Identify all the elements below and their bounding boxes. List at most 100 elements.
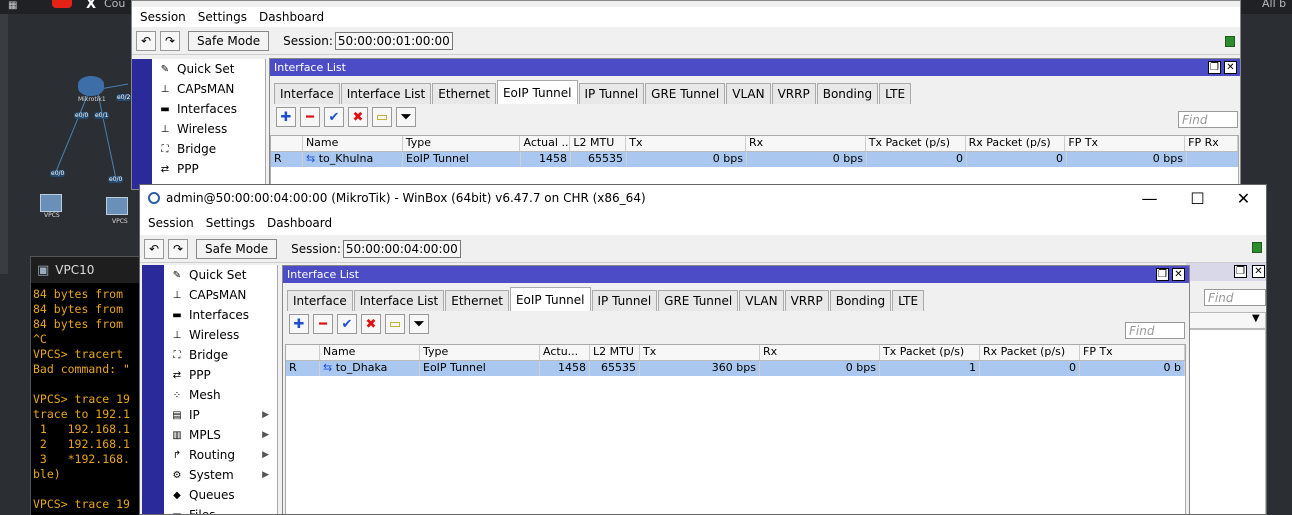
table-row[interactable]: R ⇆ to_Dhaka EoIP Tunnel 1458 65535 360 bps 0 …: [286, 361, 1185, 376]
column-header[interactable]: Tx: [626, 136, 747, 151]
grid-icon[interactable]: ▦: [8, 0, 17, 11]
tab-bonding[interactable]: Bonding: [829, 290, 892, 311]
column-header[interactable]: Rx Packet (p/s): [980, 345, 1080, 360]
close-icon[interactable]: ✕: [1172, 268, 1185, 281]
tab-interface-list[interactable]: Interface List: [340, 83, 432, 104]
column-header[interactable]: FP Tx: [1080, 345, 1185, 360]
find-input[interactable]: Find: [1125, 322, 1185, 339]
column-header[interactable]: [286, 345, 320, 360]
tab-interface[interactable]: Interface: [274, 83, 340, 104]
restore-icon[interactable]: ❐: [1234, 265, 1247, 278]
column-header[interactable]: Rx: [760, 345, 880, 360]
router-icon[interactable]: [78, 76, 104, 96]
close-icon[interactable]: ✕: [1252, 265, 1265, 278]
back-interface-list-window[interactable]: Interface List ❐ ✕ Interface Interface Li…: [269, 58, 1240, 189]
column-header[interactable]: L2 MTU: [570, 136, 627, 151]
tab-vrrp[interactable]: VRRP: [784, 290, 829, 311]
sidebar-item-ip[interactable]: ▤ IP ▶: [164, 405, 277, 425]
sidebar-item-ppp[interactable]: ⇄ PPP: [152, 159, 265, 179]
pc-icon[interactable]: [106, 197, 128, 215]
safe-mode-button[interactable]: Safe Mode: [196, 238, 278, 259]
menu-session[interactable]: Session: [148, 216, 194, 230]
column-header[interactable]: Tx: [640, 345, 760, 360]
sidebar-item-capsman[interactable]: ⊥ CAPsMAN: [152, 79, 265, 99]
winbox-back-window[interactable]: Session Settings Dashboard ↶ ↷ Safe Mode…: [131, 0, 1241, 190]
disable-icon[interactable]: ✖: [348, 107, 368, 127]
menu-session[interactable]: Session: [140, 10, 186, 24]
pc-icon[interactable]: [40, 194, 62, 212]
comment-icon[interactable]: ▭: [385, 314, 405, 334]
filter-icon[interactable]: ⏷: [409, 314, 429, 334]
tab-bonding[interactable]: Bonding: [816, 83, 879, 104]
sidebar-item-interfaces[interactable]: ▬ Interfaces: [152, 99, 265, 119]
tab-eoip-tunnel[interactable]: EoIP Tunnel: [509, 287, 591, 311]
column-header[interactable]: Rx Packet (p/s): [966, 136, 1066, 151]
terminal-output[interactable]: 84 bytes from 84 bytes from 84 bytes from ^…: [31, 287, 141, 515]
table-row[interactable]: R ⇆ to_Khulna EoIP Tunnel 1458 65535 0 bps 0 b…: [271, 152, 1238, 167]
column-header[interactable]: Tx Packet (p/s): [866, 136, 966, 151]
find-input[interactable]: Find: [1178, 111, 1238, 128]
tab-vlan[interactable]: VLAN: [739, 290, 784, 311]
column-header[interactable]: Tx Packet (p/s): [880, 345, 980, 360]
redo-button[interactable]: ↷: [160, 30, 180, 51]
column-header[interactable]: FP Rx: [1185, 136, 1239, 151]
maximize-icon[interactable]: ☐: [1175, 185, 1220, 211]
menu-dashboard[interactable]: Dashboard: [267, 216, 332, 230]
tab-eoip-tunnel[interactable]: EoIP Tunnel: [496, 80, 578, 104]
menu-dashboard[interactable]: Dashboard: [259, 10, 324, 24]
taskbar-tab-label[interactable]: Cou: [104, 0, 125, 10]
vpc-titlebar[interactable]: ▣ VPC10: [31, 257, 141, 283]
tab-interface[interactable]: Interface: [287, 290, 353, 311]
close-icon[interactable]: ✕: [1224, 61, 1237, 74]
session-field[interactable]: 50:00:00:04:00:00: [342, 239, 461, 258]
x-icon[interactable]: X: [86, 0, 96, 12]
sidebar-item-system[interactable]: ⚙ System ▶: [164, 465, 277, 485]
sidebar-item-bridge[interactable]: ⛶ Bridge: [152, 139, 265, 159]
disable-icon[interactable]: ✖: [361, 314, 381, 334]
enable-icon[interactable]: ✔: [337, 314, 357, 334]
sidebar-item-wireless[interactable]: ⊥ Wireless: [152, 119, 265, 139]
sidebar-item-quick-set[interactable]: ✎ Quick Set: [152, 59, 265, 79]
undo-button[interactable]: ↶: [144, 238, 164, 259]
column-header[interactable]: Name: [320, 345, 420, 360]
session-field[interactable]: 50:00:00:01:00:00: [334, 31, 453, 50]
tab-ethernet[interactable]: Ethernet: [432, 83, 496, 104]
dropdown-arrow-icon[interactable]: ▼: [1252, 313, 1260, 324]
menu-settings[interactable]: Settings: [198, 10, 247, 24]
tab-lte[interactable]: LTE: [892, 290, 925, 311]
sidebar-item-files[interactable]: ▭ Files: [164, 505, 277, 514]
filter-icon[interactable]: ⏷: [396, 107, 416, 127]
tab-lte[interactable]: LTE: [879, 83, 912, 104]
column-header[interactable]: [271, 136, 303, 151]
front-interface-list-window[interactable]: Interface List ❐ ✕ Interface Interface Li…: [282, 265, 1190, 514]
back-iflist-titlebar[interactable]: Interface List ❐ ✕: [270, 59, 1240, 76]
column-header[interactable]: Type: [403, 136, 521, 151]
menu-settings[interactable]: Settings: [206, 216, 255, 230]
add-icon[interactable]: ✚: [289, 314, 309, 334]
minimize-icon[interactable]: —: [1127, 185, 1172, 211]
sidebar-item-capsman[interactable]: ⊥ CAPsMAN: [164, 285, 277, 305]
column-header[interactable]: Rx: [746, 136, 866, 151]
sidebar-item-interfaces[interactable]: ▬ Interfaces: [164, 305, 277, 325]
column-header[interactable]: Actu...: [540, 345, 590, 360]
tab-ethernet[interactable]: Ethernet: [445, 290, 509, 311]
tab-gre-tunnel[interactable]: GRE Tunnel: [658, 290, 739, 311]
sidebar-item-mesh[interactable]: ⁘ Mesh: [164, 385, 277, 405]
sidebar-item-bridge[interactable]: ⛶ Bridge: [164, 345, 277, 365]
tab-interface-list[interactable]: Interface List: [353, 290, 445, 311]
tab-vlan[interactable]: VLAN: [726, 83, 771, 104]
redo-button[interactable]: ↷: [168, 238, 188, 259]
safe-mode-button[interactable]: Safe Mode: [188, 30, 270, 51]
undo-button[interactable]: ↶: [136, 30, 156, 51]
sidebar-item-routing[interactable]: ↱ Routing ▶: [164, 445, 277, 465]
column-header[interactable]: L2 MTU: [590, 345, 640, 360]
front-iflist-titlebar[interactable]: Interface List ❐ ✕: [283, 266, 1189, 283]
find-input[interactable]: Find: [1204, 289, 1266, 306]
restore-icon[interactable]: ❐: [1208, 61, 1221, 74]
remove-icon[interactable]: ━: [300, 107, 320, 127]
front-titlebar[interactable]: admin@50:00:00:04:00:00 (MikroTik) - Win…: [140, 185, 1266, 211]
tab-ip-tunnel[interactable]: IP Tunnel: [591, 290, 658, 311]
sidebar-item-quick-set[interactable]: ✎ Quick Set: [164, 265, 277, 285]
youtube-icon[interactable]: [52, 0, 72, 8]
column-header[interactable]: FP Tx: [1065, 136, 1186, 151]
